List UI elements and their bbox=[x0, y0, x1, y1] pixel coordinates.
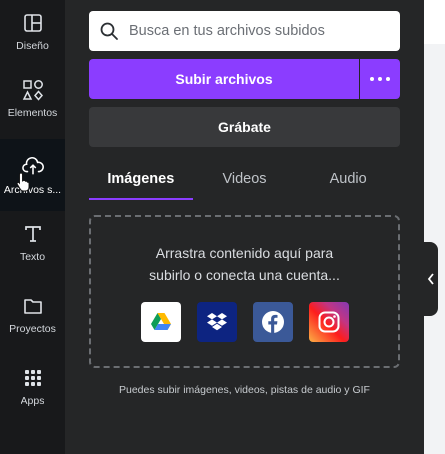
record-yourself-button[interactable]: Grábate bbox=[89, 107, 400, 147]
ellipsis-icon bbox=[370, 77, 374, 81]
drop-message: Arrastra contenido aquí para subirlo o c… bbox=[91, 242, 398, 286]
rail-item-label: Proyectos bbox=[9, 323, 56, 335]
facebook-icon bbox=[262, 311, 284, 333]
drop-message-line: Arrastra contenido aquí para bbox=[155, 245, 334, 261]
rail-item-design[interactable]: Diseño bbox=[0, 0, 65, 72]
search-box[interactable] bbox=[89, 11, 400, 51]
tab-videos[interactable]: Videos bbox=[193, 164, 297, 200]
facebook-button[interactable] bbox=[253, 302, 293, 342]
rail-item-projects[interactable]: Proyectos bbox=[0, 283, 65, 355]
rail-item-label: Apps bbox=[20, 395, 45, 407]
dropbox-button[interactable] bbox=[197, 302, 237, 342]
rail-item-label: Diseño bbox=[16, 40, 49, 52]
instagram-icon bbox=[318, 311, 340, 333]
ellipsis-icon bbox=[378, 77, 382, 81]
side-rail: Diseño Elementos Archivos s... Texto Pro… bbox=[0, 0, 65, 454]
google-drive-icon bbox=[151, 313, 171, 330]
folder-icon bbox=[22, 295, 44, 317]
search-input[interactable] bbox=[129, 23, 379, 39]
rail-item-text[interactable]: Texto bbox=[0, 211, 65, 283]
upload-group: Subir archivos bbox=[89, 59, 400, 99]
canvas-area bbox=[424, 0, 445, 454]
instagram-button[interactable] bbox=[309, 302, 349, 342]
ellipsis-icon bbox=[386, 77, 390, 81]
upload-hint: Puedes subir imágenes, videos, pistas de… bbox=[119, 384, 370, 396]
rail-item-label: Archivos s... bbox=[3, 184, 62, 196]
drop-zone[interactable]: Arrastra contenido aquí para subirlo o c… bbox=[89, 215, 400, 368]
media-tabs: Imágenes Videos Audio bbox=[89, 164, 400, 200]
canvas-top bbox=[424, 0, 445, 44]
layout-icon bbox=[22, 12, 44, 34]
upload-more-button[interactable] bbox=[360, 59, 400, 99]
rail-item-elements[interactable]: Elementos bbox=[0, 67, 65, 139]
dropbox-icon bbox=[207, 313, 227, 331]
rail-item-uploads[interactable]: Archivos s... bbox=[0, 144, 65, 216]
tab-images[interactable]: Imágenes bbox=[89, 164, 193, 200]
rail-item-apps[interactable]: Apps bbox=[0, 355, 65, 454]
tab-audio[interactable]: Audio bbox=[296, 164, 400, 200]
google-drive-button[interactable] bbox=[141, 302, 181, 342]
uploads-panel: Subir archivos Grábate Imágenes Videos A… bbox=[65, 0, 424, 454]
search-icon bbox=[100, 22, 118, 40]
rail-item-label: Elementos bbox=[7, 107, 58, 119]
rail-item-label: Texto bbox=[19, 251, 46, 263]
upload-files-button[interactable]: Subir archivos bbox=[89, 59, 359, 99]
apps-grid-icon bbox=[22, 367, 44, 389]
drop-message-line: subirlo o conecta una cuenta... bbox=[149, 267, 340, 283]
chevron-left-icon bbox=[427, 273, 434, 285]
shapes-icon bbox=[22, 79, 44, 101]
mouse-cursor-icon bbox=[16, 172, 30, 192]
collapse-panel-handle[interactable] bbox=[424, 242, 438, 316]
source-buttons bbox=[141, 302, 365, 342]
text-icon bbox=[22, 223, 44, 245]
